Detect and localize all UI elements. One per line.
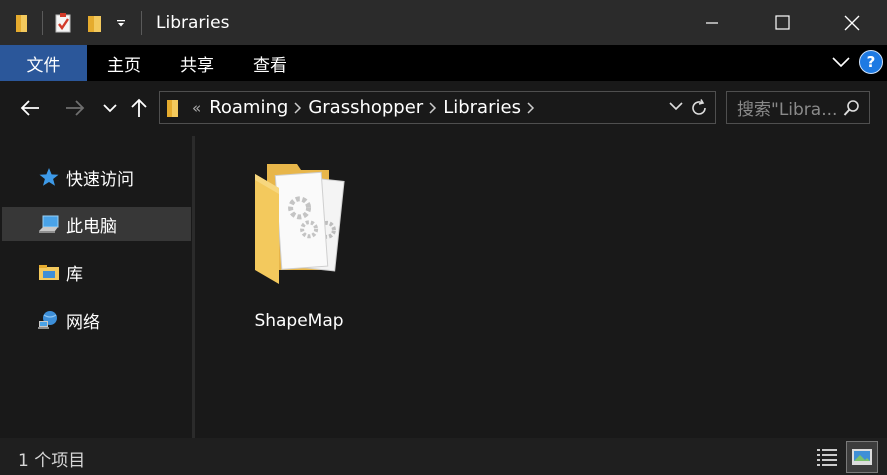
sidebar-item-network[interactable]: 网络 xyxy=(2,303,191,337)
chevron-right-icon[interactable] xyxy=(521,98,541,118)
new-folder-icon[interactable] xyxy=(85,13,105,33)
chevron-right-icon[interactable] xyxy=(423,98,443,118)
forward-arrow-icon[interactable] xyxy=(63,95,87,121)
recent-locations-chevron-icon[interactable] xyxy=(100,95,120,121)
sidebar-item-label: 库 xyxy=(66,264,83,285)
quick-access-toolbar: Libraries xyxy=(0,0,229,45)
address-bar[interactable]: « Roaming Grasshopper Libraries xyxy=(159,91,716,124)
help-button[interactable]: ? xyxy=(859,50,883,74)
search-input[interactable]: 搜索"Libra... xyxy=(737,95,847,120)
title-bar: Libraries xyxy=(0,0,887,45)
list-item-label: ShapeMap xyxy=(254,311,344,331)
navigation-bar: « Roaming Grasshopper Libraries 搜索"Libra… xyxy=(0,81,887,136)
refresh-icon[interactable] xyxy=(689,98,709,118)
navigation-pane: 快速访问 此电脑 库 网络 xyxy=(0,136,192,438)
folder-icon xyxy=(12,13,32,33)
sidebar-item-label: 快速访问 xyxy=(66,169,134,190)
sidebar-item-label: 网络 xyxy=(66,312,100,333)
up-arrow-icon[interactable] xyxy=(128,95,150,121)
toolbar-separator xyxy=(42,10,43,35)
breadcrumb-libraries[interactable]: Libraries xyxy=(443,97,521,118)
status-bar: 1 个项目 xyxy=(0,438,887,475)
folder-icon xyxy=(249,158,349,292)
breadcrumb-overflow[interactable]: « xyxy=(192,99,201,117)
tab-share[interactable]: 共享 xyxy=(160,45,233,81)
sidebar-item-quick-access[interactable]: 快速访问 xyxy=(2,160,191,194)
network-icon xyxy=(38,310,60,330)
tab-view[interactable]: 查看 xyxy=(233,45,306,81)
close-button[interactable] xyxy=(817,0,887,45)
library-icon xyxy=(38,262,60,282)
minimize-button[interactable] xyxy=(677,0,747,45)
ribbon-tabs: 文件 主页 共享 查看 ? xyxy=(0,45,887,81)
back-arrow-icon[interactable] xyxy=(18,95,42,121)
star-icon xyxy=(38,167,60,187)
properties-icon[interactable] xyxy=(53,12,73,33)
window-title: Libraries xyxy=(156,12,230,33)
list-item[interactable]: ShapeMap xyxy=(239,156,359,331)
window-controls xyxy=(677,0,887,45)
sidebar-item-libraries[interactable]: 库 xyxy=(2,255,191,289)
ribbon-right-controls: ? xyxy=(829,50,883,74)
expand-ribbon-chevron-icon[interactable] xyxy=(829,50,853,74)
details-view-icon[interactable] xyxy=(811,441,843,473)
tab-file[interactable]: 文件 xyxy=(0,45,87,81)
search-box[interactable]: 搜索"Libra... xyxy=(726,91,870,124)
sidebar-item-this-pc[interactable]: 此电脑 xyxy=(2,207,191,241)
maximize-button[interactable] xyxy=(747,0,817,45)
file-list: ShapeMap xyxy=(195,136,887,438)
item-count-text: 1 个项目 xyxy=(18,451,86,471)
address-dropdown-chevron-icon[interactable] xyxy=(669,102,683,111)
computer-icon xyxy=(38,214,60,234)
large-icons-view-icon[interactable] xyxy=(846,441,878,473)
chevron-right-icon[interactable] xyxy=(288,98,308,118)
tab-home[interactable]: 主页 xyxy=(87,45,160,81)
search-icon[interactable] xyxy=(843,99,861,117)
sidebar-item-label: 此电脑 xyxy=(66,216,117,237)
toolbar-separator xyxy=(141,10,142,35)
folder-icon xyxy=(166,98,180,118)
breadcrumb-grasshopper[interactable]: Grasshopper xyxy=(308,97,423,118)
breadcrumb-roaming[interactable]: Roaming xyxy=(209,97,288,118)
customize-toolbar-chevron-icon[interactable] xyxy=(111,13,131,33)
